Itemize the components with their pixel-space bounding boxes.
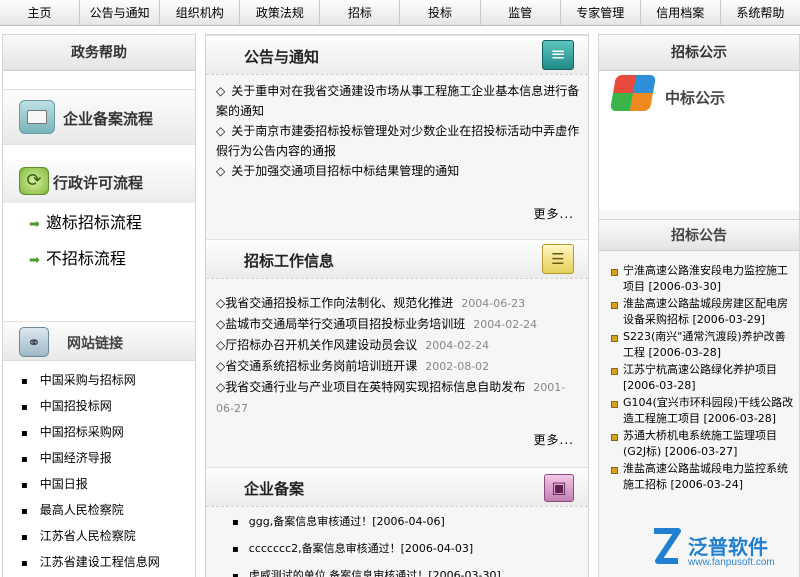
watermark-url: www.fanpusoft.com (688, 557, 775, 568)
records-panel-header: 企业备案 (206, 467, 588, 507)
announcement-item[interactable]: 淮盐高速公路盐城段电力监控系统施工招标 [2006-03-24] (611, 461, 795, 493)
book-icon (542, 40, 574, 70)
notice-item[interactable]: ◇ 关于南京市建委招标投标管理处对少数企业在招投标活动中弄虚作假行为公告内容的通报 (216, 121, 581, 161)
site-link[interactable]: 江苏省建设工程信息网 (21, 549, 160, 575)
notes-icon (542, 244, 574, 274)
notice-more-link[interactable]: 更多... (534, 205, 574, 222)
id-card-icon (19, 100, 55, 134)
notice-item[interactable]: ◇ 关于加强交通项目招标中标结果管理的通知 (216, 161, 581, 181)
bid-info-item[interactable]: ◇盐城市交通局举行交通项目招投标业务培训班 2004-02-24 (216, 314, 581, 335)
bid-info-panel-header: 招标工作信息 (206, 239, 588, 279)
record-item[interactable]: ccccccc2,备案信息审核通过！[2006-04-03] (232, 536, 582, 563)
nav-credit[interactable]: 信用档案 (641, 0, 721, 25)
watermark: 泛普软件 www.fanpusoft.com (648, 527, 798, 575)
bid-info-item[interactable]: ◇厅招标办召开机关作风建设动员会议 2004-02-24 (216, 335, 581, 356)
nav-tender[interactable]: 投标 (400, 0, 481, 25)
colorful-cube-icon (609, 75, 657, 111)
enterprise-record-flow-label: 企业备案流程 (63, 110, 154, 128)
bid-info-list: ◇我省交通招投标工作向法制化、规范化推进 2004-06-23 ◇盐城市交通局举行… (216, 293, 581, 419)
records-list: ggg,备案信息审核通过！[2006-04-06] ccccccc2,备案信息审… (232, 509, 582, 577)
enterprise-record-flow-button[interactable]: 企业备案流程 (3, 89, 195, 145)
bid-info-panel-title: 招标工作信息 (244, 252, 335, 270)
notice-panel-header: 公告与通知 (206, 35, 588, 75)
site-link[interactable]: 最高人民检察院 (21, 497, 160, 523)
award-publicity-label: 中标公示 (665, 89, 726, 107)
bid-info-more-link[interactable]: 更多... (534, 431, 574, 448)
gov-help-header: 政务帮助 (3, 35, 195, 71)
nav-home[interactable]: 主页 (0, 0, 81, 25)
right-column: 招标公示 中标公示 招标公告 宁淮高速公路淮安段电力监控施工项目 [2006-0… (598, 34, 800, 577)
site-link[interactable]: 中国招标采购网 (21, 419, 160, 445)
site-links-title: 网站链接 (67, 336, 123, 352)
nav-notices[interactable]: 公告与通知 (80, 0, 161, 25)
bid-info-item[interactable]: ◇我省交通行业与产业项目在英特网实现招标信息自助发布 2001-06-27 (216, 377, 581, 419)
diamond-icon: ◇ (216, 164, 226, 178)
site-link[interactable]: 江苏省人民检察院 (21, 523, 160, 549)
disk-icon (544, 474, 574, 502)
arrow-right-icon: ➡ (29, 217, 40, 232)
announcement-item[interactable]: 苏通大桥机电系统施工监理项目(G2J标) [2006-03-27] (611, 428, 795, 460)
bid-publicity-header: 招标公示 (599, 35, 799, 71)
top-nav: 主页 公告与通知 组织机构 政策法规 招标 投标 监管 专家管理 信用档案 系统… (0, 0, 800, 26)
site-link[interactable]: 中国招投标网 (21, 393, 160, 419)
site-link[interactable]: 中国采购与招标网 (21, 367, 160, 393)
bid-info-item[interactable]: ◇我省交通招投标工作向法制化、规范化推进 2004-06-23 (216, 293, 581, 314)
notice-panel-title: 公告与通知 (244, 48, 320, 66)
nav-supervision[interactable]: 监管 (481, 0, 561, 25)
no-bid-flow-link[interactable]: ➡ 不招标流程 (29, 245, 126, 269)
left-column: 政务帮助 企业备案流程 行政许可流程 ➡ 邀标招标流程 ➡ 不招标流程 网站链接 中… (2, 34, 196, 577)
site-links-list: 中国采购与招标网 中国招投标网 中国招标采购网 中国经济导报 中国日报 最高人民… (21, 367, 160, 575)
notice-item[interactable]: ◇ 关于重申对在我省交通建设市场从事工程施工企业基本信息进行备案的通知 (216, 81, 581, 121)
no-bid-flow-label: 不招标流程 (45, 249, 126, 268)
award-publicity-block[interactable]: 中标公示 (599, 71, 799, 211)
announcement-item[interactable]: S223(南兴"通常汽渡段)养护改善工程 [2006-03-28] (611, 329, 795, 361)
announcement-item[interactable]: 江苏宁杭高速公路绿化养护项目 [2006-03-28] (611, 362, 795, 394)
bid-announcement-header: 招标公告 (599, 219, 799, 251)
bid-info-item[interactable]: ◇省交通系统招标业务岗前培训班开课 2002-08-02 (216, 356, 581, 377)
arrow-right-icon: ➡ (29, 253, 40, 268)
records-panel-title: 企业备案 (244, 480, 305, 498)
middle-column: 公告与通知 ◇关于重申对在我省交通建设市场从事工程施工企业基本信息进行备案的通知… (205, 34, 589, 577)
announcement-item[interactable]: 淮盐高速公路盐城段房建区配电房设备采购招标 [2006-03-29] (611, 296, 795, 328)
announcement-list: 宁淮高速公路淮安段电力监控施工项目 [2006-03-30] 淮盐高速公路盐城段… (611, 263, 795, 494)
diamond-icon: ◇ (216, 84, 226, 98)
nav-policy[interactable]: 政策法规 (240, 0, 321, 25)
watermark-text: 泛普软件 (688, 535, 768, 559)
record-item[interactable]: ggg,备案信息审核通过！[2006-04-06] (232, 509, 582, 536)
site-link[interactable]: 中国日报 (21, 471, 160, 497)
site-link[interactable]: 中国经济导报 (21, 445, 160, 471)
notice-list: ◇ 关于重申对在我省交通建设市场从事工程施工企业基本信息进行备案的通知 ◇ 关于南京… (216, 81, 581, 181)
nav-help[interactable]: 系统帮助 (721, 0, 800, 25)
diamond-icon: ◇ (216, 124, 226, 138)
nav-experts[interactable]: 专家管理 (561, 0, 641, 25)
brand-logo-icon (654, 528, 681, 564)
announcement-item[interactable]: 宁淮高速公路淮安段电力监控施工项目 [2006-03-30] (611, 263, 795, 295)
invite-bid-flow-label: 邀标招标流程 (45, 213, 142, 232)
refresh-arrows-icon (19, 167, 49, 195)
admin-permit-flow-label: 行政许可流程 (53, 174, 144, 192)
record-item[interactable]: 虎威测试的单位,备案信息审核通过！[2006-03-30] (232, 563, 582, 577)
site-links-header: 网站链接 (3, 321, 195, 361)
announcement-item[interactable]: G104(宜兴市环科园段)干线公路改造工程施工项目 [2006-03-28] (611, 395, 795, 427)
nav-organization[interactable]: 组织机构 (160, 0, 241, 25)
admin-permit-flow-button[interactable]: 行政许可流程 (3, 159, 195, 203)
link-icon (19, 327, 49, 357)
nav-bidding[interactable]: 招标 (320, 0, 401, 25)
invite-bid-flow-link[interactable]: ➡ 邀标招标流程 (29, 209, 142, 233)
